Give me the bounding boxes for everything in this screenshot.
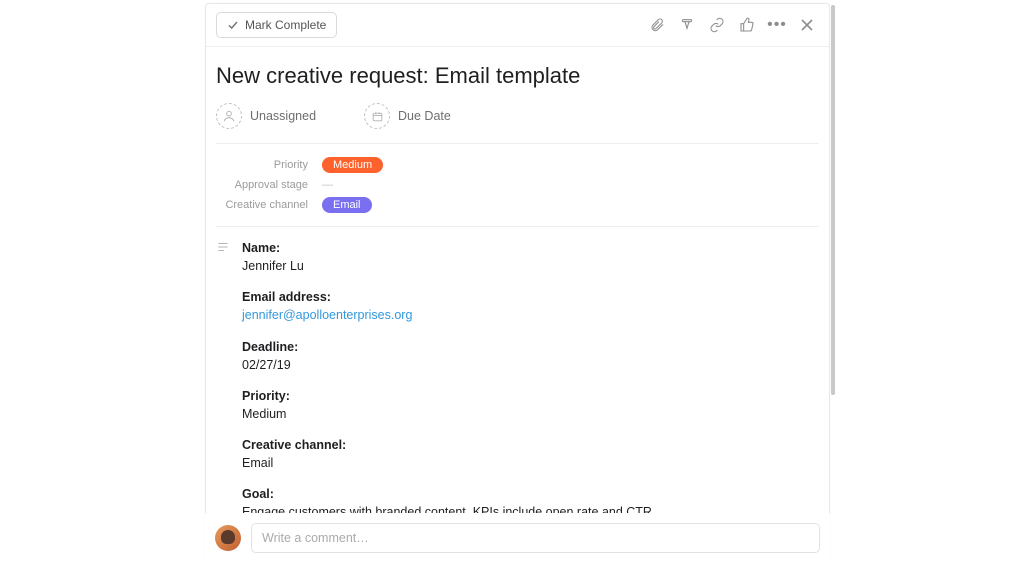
custom-fields-section: Priority Medium Approval stage — Creativ… — [216, 143, 819, 227]
desc-email: Email address: jennifer@apolloenterprise… — [242, 288, 655, 324]
desc-label: Name: — [242, 239, 655, 257]
person-icon — [216, 103, 242, 129]
task-header-toolbar: Mark Complete ••• — [206, 4, 829, 47]
task-title[interactable]: New creative request: Email template — [206, 47, 829, 99]
link-icon — [709, 17, 725, 33]
field-label: Priority — [216, 159, 322, 171]
like-button[interactable] — [735, 13, 759, 37]
desc-label: Creative channel: — [242, 436, 655, 454]
attachment-button[interactable] — [645, 13, 669, 37]
desc-name: Name: Jennifer Lu — [242, 239, 655, 275]
field-approval-stage[interactable]: Approval stage — — [216, 176, 819, 194]
email-link[interactable]: jennifer@apolloenterprises.org — [242, 308, 412, 322]
assignee-field[interactable]: Unassigned — [216, 103, 316, 129]
desc-value: Email — [242, 454, 655, 472]
task-meta-row: Unassigned Due Date — [206, 99, 829, 143]
more-actions-button[interactable]: ••• — [765, 13, 789, 37]
avatar[interactable] — [215, 525, 241, 551]
desc-value: 02/27/19 — [242, 356, 655, 374]
field-label: Approval stage — [216, 179, 322, 191]
field-creative-channel[interactable]: Creative channel Email — [216, 194, 819, 216]
close-icon — [800, 18, 814, 32]
desc-value: Jennifer Lu — [242, 257, 655, 275]
calendar-icon — [364, 103, 390, 129]
copy-link-button[interactable] — [705, 13, 729, 37]
close-button[interactable] — [795, 13, 819, 37]
task-content: New creative request: Email template Una… — [206, 47, 829, 562]
more-horizontal-icon: ••• — [767, 16, 787, 34]
desc-deadline: Deadline: 02/27/19 — [242, 338, 655, 374]
comment-input[interactable] — [251, 523, 820, 553]
field-priority[interactable]: Priority Medium — [216, 154, 819, 176]
check-icon — [227, 19, 239, 31]
description-section: Name: Jennifer Lu Email address: jennife… — [206, 227, 829, 562]
mark-complete-button[interactable]: Mark Complete — [216, 12, 337, 38]
desc-priority: Priority: Medium — [242, 387, 655, 423]
priority-pill: Medium — [322, 157, 383, 173]
field-label: Creative channel — [216, 199, 322, 211]
subtask-button[interactable] — [675, 13, 699, 37]
desc-label: Priority: — [242, 387, 655, 405]
thumbs-up-icon — [739, 17, 755, 33]
comment-bar — [205, 513, 830, 563]
desc-label: Email address: — [242, 288, 655, 306]
task-detail-panel: Mark Complete ••• New creative request: … — [205, 3, 830, 563]
assignee-label: Unassigned — [250, 109, 316, 123]
due-date-label: Due Date — [398, 109, 451, 123]
paperclip-icon — [649, 17, 665, 33]
desc-label: Goal: — [242, 485, 655, 503]
approval-stage-value: — — [322, 179, 333, 191]
creative-channel-pill: Email — [322, 197, 372, 213]
due-date-field[interactable]: Due Date — [364, 103, 451, 129]
desc-creative-channel: Creative channel: Email — [242, 436, 655, 472]
desc-label: Deadline: — [242, 338, 655, 356]
scrollbar[interactable] — [831, 5, 835, 395]
subtask-icon — [679, 17, 695, 33]
desc-value: Medium — [242, 405, 655, 423]
mark-complete-label: Mark Complete — [245, 18, 326, 32]
